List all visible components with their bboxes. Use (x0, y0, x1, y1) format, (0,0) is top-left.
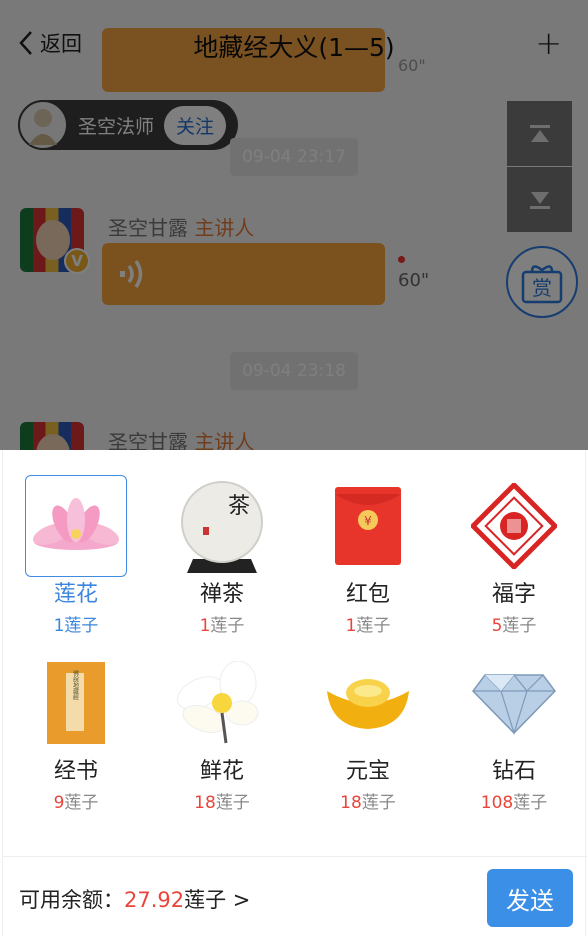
gift-name: 鲜花 (199, 759, 244, 784)
gift-price: 1莲子 (345, 616, 391, 636)
send-button[interactable]: 发送 (487, 869, 573, 927)
fu-character-icon (463, 475, 565, 577)
gift-price: 18莲子 (194, 793, 250, 813)
gift-item-tea[interactable]: 茶 禅茶 1莲子 (149, 475, 295, 636)
gift-price: 1莲子 (199, 616, 245, 636)
tea-icon: 茶 (171, 475, 273, 577)
sutra-book-icon: 佛說地藏經 (25, 652, 127, 754)
gift-panel: 莲花 1莲子 茶 禅茶 1莲子 ¥ 红包 1莲子 福字 5莲子 佛說地藏經 经书… (2, 450, 587, 936)
gift-name: 禅茶 (199, 582, 244, 607)
gift-price: 9莲子 (53, 793, 99, 813)
red-envelope-icon: ¥ (317, 475, 419, 577)
envelope-symbol: ¥ (364, 514, 372, 528)
gift-item-diamond[interactable]: 钻石 108莲子 (441, 652, 587, 813)
gift-item-lotus[interactable]: 莲花 1莲子 (3, 475, 149, 636)
gift-footer: 可用余额：27.92莲子 > 发送 (3, 856, 587, 936)
gift-name: 福字 (491, 582, 536, 607)
gift-name: 莲花 (53, 582, 98, 607)
balance-unit: 莲子 > (184, 888, 251, 912)
balance-amount: 27.92 (124, 888, 185, 912)
balance-link[interactable]: 可用余额：27.92莲子 > (19, 884, 250, 914)
gift-name: 经书 (53, 759, 98, 784)
gift-item-sutra-book[interactable]: 佛說地藏經 经书 9莲子 (3, 652, 149, 813)
gift-item-fu-character[interactable]: 福字 5莲子 (441, 475, 587, 636)
flower-icon (171, 652, 273, 754)
gold-ingot-icon (317, 652, 419, 754)
lotus-icon (25, 475, 127, 577)
gift-name: 元宝 (345, 759, 390, 784)
gift-name: 钻石 (491, 759, 536, 784)
balance-label: 可用余额： (19, 888, 124, 912)
gift-price: 108莲子 (480, 793, 548, 813)
gift-item-flower[interactable]: 鲜花 18莲子 (149, 652, 295, 813)
book-title: 佛說地藏經 (72, 669, 79, 701)
gift-name: 红包 (345, 582, 390, 607)
gift-price: 18莲子 (340, 793, 396, 813)
tea-glyph: 茶 (228, 494, 250, 519)
gift-item-gold-ingot[interactable]: 元宝 18莲子 (295, 652, 441, 813)
gift-price: 5莲子 (491, 616, 537, 636)
gift-item-red-envelope[interactable]: ¥ 红包 1莲子 (295, 475, 441, 636)
diamond-icon (463, 652, 565, 754)
dim-overlay[interactable] (0, 0, 588, 450)
gift-price: 1莲子 (53, 616, 99, 636)
